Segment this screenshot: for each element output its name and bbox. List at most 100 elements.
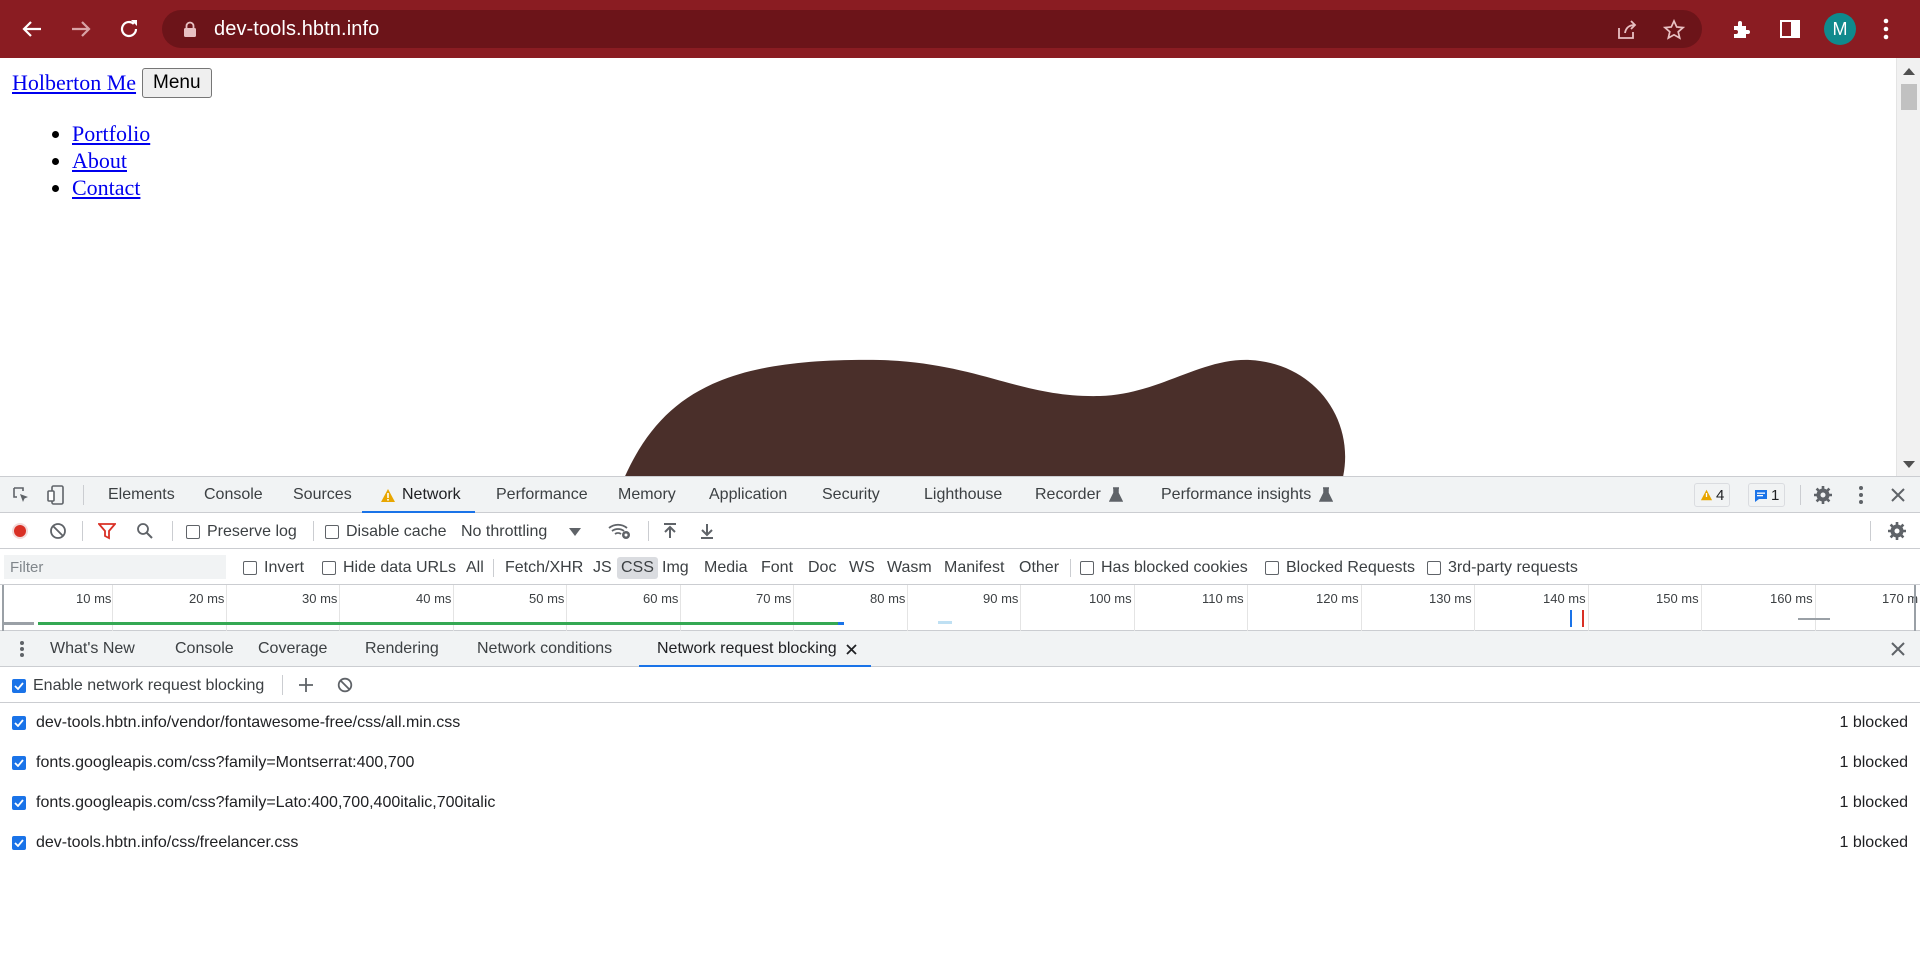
- import-har-icon[interactable]: [660, 521, 680, 541]
- close-devtools-icon[interactable]: [1887, 484, 1909, 506]
- filter-type-manifest[interactable]: Manifest: [940, 557, 1008, 579]
- invert-checkbox[interactable]: Invert: [243, 559, 304, 577]
- checkbox-box[interactable]: [1427, 561, 1441, 575]
- remove-all-patterns-icon[interactable]: [335, 675, 355, 695]
- pattern-checkbox[interactable]: [12, 716, 26, 730]
- export-har-icon[interactable]: [697, 521, 717, 541]
- star-icon[interactable]: [1662, 18, 1686, 42]
- extensions-icon[interactable]: [1726, 13, 1758, 45]
- more-options-icon[interactable]: [1850, 484, 1872, 506]
- timeline-tick-label: 60 ms: [643, 591, 679, 606]
- close-tab-icon[interactable]: [846, 643, 857, 655]
- third-party-requests-checkbox[interactable]: 3rd-party requests: [1427, 559, 1578, 577]
- filter-type-doc[interactable]: Doc: [804, 557, 840, 579]
- network-settings-gear-icon[interactable]: [1886, 520, 1908, 542]
- tab-memory[interactable]: Memory: [618, 477, 676, 513]
- filter-type-ws[interactable]: WS: [845, 557, 879, 579]
- scroll-down-arrow[interactable]: [1903, 461, 1915, 468]
- page-scrollbar[interactable]: [1896, 58, 1920, 476]
- filter-type-media[interactable]: Media: [700, 557, 752, 579]
- drawer-tab-coverage[interactable]: Coverage: [258, 631, 327, 667]
- settings-gear-icon[interactable]: [1812, 484, 1834, 506]
- share-icon[interactable]: [1614, 18, 1638, 42]
- drawer-tab-whats-new[interactable]: What's New: [50, 631, 135, 667]
- tab-application[interactable]: Application: [709, 477, 787, 513]
- sidepanel-icon[interactable]: [1774, 13, 1806, 45]
- filter-type-js[interactable]: JS: [589, 557, 616, 579]
- network-conditions-icon[interactable]: [608, 521, 632, 541]
- pattern-checkbox[interactable]: [12, 756, 26, 770]
- tab-console[interactable]: Console: [204, 477, 263, 513]
- add-pattern-icon[interactable]: [296, 675, 316, 695]
- pattern-checkbox[interactable]: [12, 836, 26, 850]
- tab-network[interactable]: Network: [362, 477, 475, 513]
- drawer-tab-network-conditions[interactable]: Network conditions: [477, 631, 612, 667]
- enable-request-blocking-checkbox[interactable]: Enable network request blocking: [12, 677, 264, 695]
- filter-type-img[interactable]: Img: [658, 557, 693, 579]
- address-bar[interactable]: dev-tools.hbtn.info: [162, 10, 1702, 48]
- blocked-pattern-row[interactable]: fonts.googleapis.com/css?family=Lato:400…: [0, 783, 1920, 823]
- filter-type-font[interactable]: Font: [757, 557, 797, 579]
- inspect-element-icon[interactable]: [10, 484, 32, 506]
- separator: [1800, 485, 1801, 505]
- url-text[interactable]: dev-tools.hbtn.info: [214, 18, 379, 41]
- network-overview-timeline[interactable]: 10 ms 20 ms 30 ms 40 ms 50 ms 60 ms 70 m…: [0, 585, 1920, 631]
- drawer-tab-console[interactable]: Console: [175, 631, 234, 667]
- checkbox-box[interactable]: [243, 561, 257, 575]
- disable-cache-checkbox[interactable]: Disable cache: [325, 523, 447, 541]
- tab-performance-insights[interactable]: Performance insights: [1161, 477, 1334, 513]
- tab-security[interactable]: Security: [822, 477, 880, 513]
- back-icon[interactable]: [16, 13, 48, 45]
- kebab-menu-icon[interactable]: [1870, 13, 1902, 45]
- drawer-menu-icon[interactable]: [12, 639, 32, 659]
- blocked-pattern-row[interactable]: dev-tools.hbtn.info/vendor/fontawesome-f…: [0, 703, 1920, 743]
- messages-badge[interactable]: 1: [1748, 483, 1786, 507]
- close-drawer-icon[interactable]: [1887, 638, 1909, 660]
- preserve-log-checkbox[interactable]: Preserve log: [186, 523, 297, 541]
- warnings-badge[interactable]: 4: [1694, 483, 1731, 507]
- about-link[interactable]: About: [72, 148, 127, 173]
- search-icon[interactable]: [135, 521, 155, 541]
- blocked-pattern-row[interactable]: dev-tools.hbtn.info/css/freelancer.css 1…: [0, 823, 1920, 863]
- has-blocked-cookies-checkbox[interactable]: Has blocked cookies: [1080, 559, 1248, 577]
- filter-input[interactable]: [4, 555, 226, 579]
- filter-type-wasm[interactable]: Wasm: [883, 557, 936, 579]
- checkbox-box[interactable]: [1265, 561, 1279, 575]
- brand-link[interactable]: Holberton Me: [12, 70, 136, 96]
- drawer-tab-rendering[interactable]: Rendering: [365, 631, 439, 667]
- record-icon[interactable]: [10, 521, 30, 541]
- scroll-up-arrow[interactable]: [1903, 68, 1915, 75]
- tab-lighthouse[interactable]: Lighthouse: [924, 477, 1002, 513]
- filter-type-fetch-xhr[interactable]: Fetch/XHR: [501, 557, 587, 579]
- filter-type-other[interactable]: Other: [1015, 557, 1063, 579]
- reload-icon[interactable]: [113, 13, 145, 45]
- blocked-requests-checkbox[interactable]: Blocked Requests: [1265, 559, 1415, 577]
- hide-data-urls-checkbox[interactable]: Hide data URLs: [322, 559, 456, 577]
- portfolio-link[interactable]: Portfolio: [72, 121, 150, 146]
- checkbox-box[interactable]: [12, 679, 26, 693]
- drawer-tab-network-request-blocking[interactable]: Network request blocking: [639, 631, 871, 667]
- checkbox-box[interactable]: [325, 525, 339, 539]
- menu-button[interactable]: Menu: [142, 68, 212, 98]
- device-toolbar-icon[interactable]: [45, 484, 67, 506]
- profile-avatar[interactable]: M: [1824, 13, 1856, 45]
- tab-elements[interactable]: Elements: [108, 477, 175, 513]
- blocked-pattern-row[interactable]: fonts.googleapis.com/css?family=Montserr…: [0, 743, 1920, 783]
- timeline-end-handle[interactable]: [1914, 585, 1916, 631]
- forward-icon[interactable]: [65, 13, 97, 45]
- lock-icon[interactable]: [180, 21, 200, 37]
- scroll-thumb[interactable]: [1901, 84, 1917, 110]
- filter-type-all[interactable]: All: [462, 557, 488, 579]
- filter-type-css[interactable]: CSS: [617, 557, 658, 579]
- checkbox-box[interactable]: [1080, 561, 1094, 575]
- filter-icon[interactable]: [97, 521, 117, 541]
- checkbox-box[interactable]: [186, 525, 200, 539]
- tab-sources[interactable]: Sources: [293, 477, 352, 513]
- tab-performance[interactable]: Performance: [496, 477, 588, 513]
- tab-recorder[interactable]: Recorder: [1035, 477, 1123, 513]
- checkbox-box[interactable]: [322, 561, 336, 575]
- clear-icon[interactable]: [48, 521, 68, 541]
- throttling-select[interactable]: No throttling: [461, 523, 582, 541]
- contact-link[interactable]: Contact: [72, 175, 140, 200]
- pattern-checkbox[interactable]: [12, 796, 26, 810]
